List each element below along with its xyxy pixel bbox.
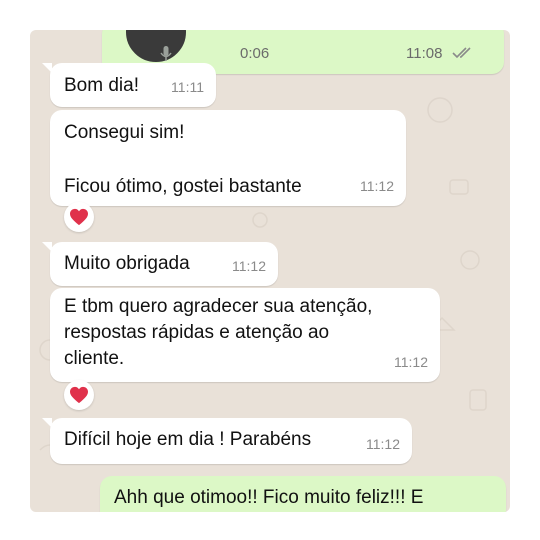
bubble-tail (42, 242, 52, 252)
audio-duration: 0:06 (240, 45, 270, 62)
reaction-badge[interactable] (64, 380, 94, 410)
heart-icon (70, 208, 88, 226)
message-time: 11:12 (366, 436, 400, 452)
message-time: 11:08 (406, 45, 443, 62)
message-text: E tbm quero agradecer sua atenção, respo… (64, 296, 373, 369)
avatar (124, 30, 188, 64)
chat-area[interactable]: 0:06 11:08 Bom dia! 11:11 Consegui sim! … (30, 30, 510, 512)
bubble-tail (42, 63, 52, 73)
message-text: Consegui sim! Ficou ótimo, gostei bastan… (64, 122, 302, 197)
message-time: 11:12 (232, 258, 266, 274)
heart-icon (70, 386, 88, 404)
mic-icon (160, 46, 172, 61)
message-time: 11:12 (394, 354, 428, 370)
message-text: Muito obrigada (64, 253, 190, 274)
message-bubble[interactable]: Consegui sim! Ficou ótimo, gostei bastan… (50, 110, 406, 206)
outgoing-message-bubble[interactable]: Ahh que otimoo!! Fico muito feliz!!! E (100, 476, 506, 512)
bubble-tail (42, 418, 52, 428)
message-text: Ahh que otimoo!! Fico muito feliz!!! E (114, 487, 424, 508)
message-bubble[interactable]: Difícil hoje em dia ! Parabéns 11:12 (42, 418, 412, 464)
message-bubble[interactable]: Bom dia! 11:11 (42, 63, 216, 107)
message-bubble[interactable]: E tbm quero agradecer sua atenção, respo… (50, 288, 440, 382)
message-time: 11:11 (171, 79, 204, 95)
message-bubble[interactable]: Muito obrigada 11:12 (42, 242, 278, 286)
reaction-badge[interactable] (64, 202, 94, 232)
message-text: Difícil hoje em dia ! Parabéns (64, 429, 312, 450)
message-text: Bom dia! (64, 75, 139, 96)
message-time: 11:12 (360, 178, 394, 194)
double-check-icon (452, 47, 471, 59)
